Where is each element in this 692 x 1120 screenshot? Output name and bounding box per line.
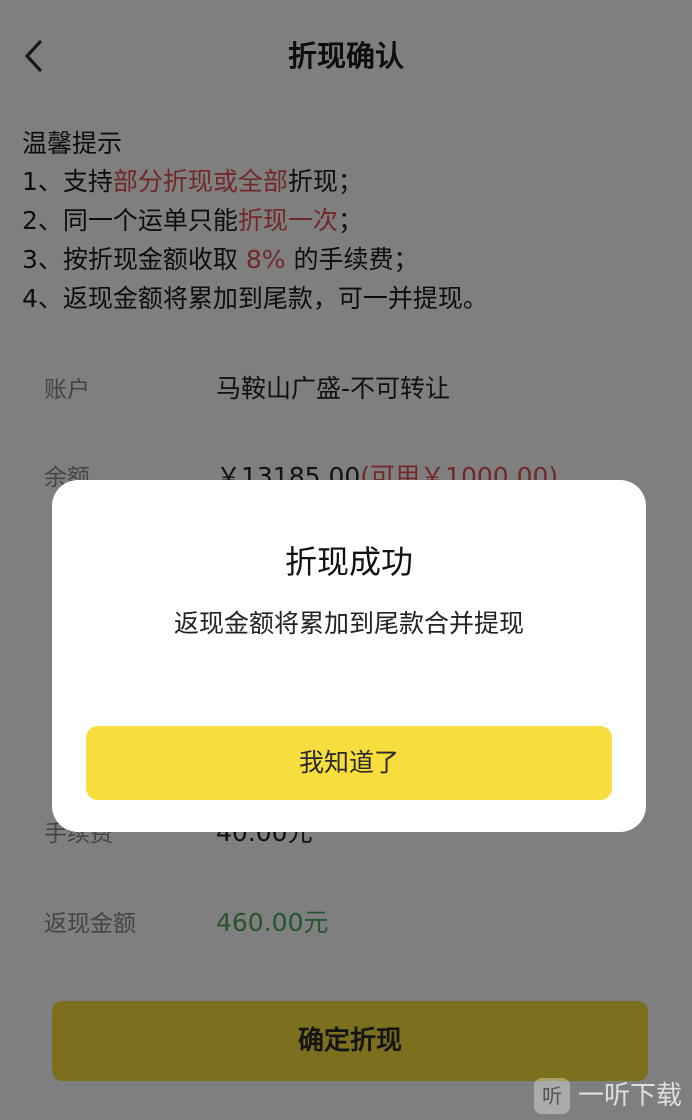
watermark-text: 一听下载 <box>578 1081 683 1111</box>
dialog-title: 折现成功 <box>284 543 413 581</box>
acknowledge-button[interactable]: 我知道了 <box>86 726 612 800</box>
watermark: 听 一听下载 <box>534 1076 690 1116</box>
success-dialog: 折现成功 返现金额将累加到尾款合并提现 我知道了 <box>52 480 646 832</box>
watermark-logo-icon: 听 <box>534 1078 570 1114</box>
cash-confirm-page: 折现确认 温馨提示 1、支持部分折现或全部折现； 2、同一个运单只能折现一次； … <box>0 0 692 1120</box>
dialog-message: 返现金额将累加到尾款合并提现 <box>173 609 524 638</box>
